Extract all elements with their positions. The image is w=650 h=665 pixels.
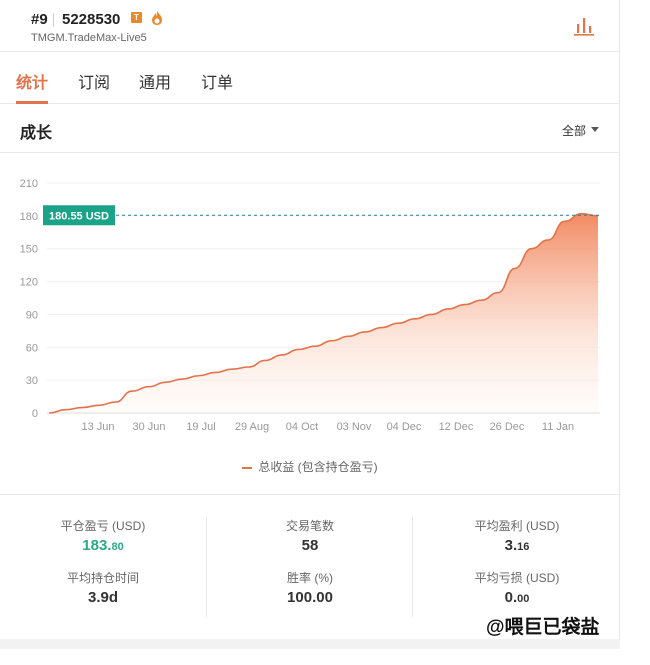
y-tick-label: 60: [26, 342, 38, 354]
signal-header: #9 5228530 T TMGM.TradeMax-Live5: [0, 0, 620, 52]
header-separator: [53, 13, 54, 27]
x-tick-label: 03 Nov: [337, 421, 372, 433]
tab-general[interactable]: 通用: [139, 69, 171, 93]
x-tick-label: 26 Dec: [490, 421, 525, 433]
x-tick-label: 19 Jul: [186, 421, 215, 433]
watermark-logo: @喂巨已袋盐: [486, 617, 600, 638]
x-tick-label: 13 Jun: [81, 421, 114, 433]
page-margin: [620, 0, 650, 665]
growth-section-header: 成长 全部: [0, 105, 620, 153]
t-badge-icon: T: [131, 12, 142, 23]
reference-label: 180.55 USD: [49, 210, 109, 222]
x-tick-label: 29 Aug: [235, 421, 269, 433]
footer-band: [0, 639, 620, 665]
x-tick-label: 30 Jun: [132, 421, 165, 433]
chevron-down-icon[interactable]: [591, 127, 599, 132]
signal-panel: #9 5228530 T TMGM.TradeMax-Live5 统计 订阅 通…: [0, 0, 620, 665]
bar-chart-icon[interactable]: [572, 14, 596, 38]
stat-label-avg-loss: 平均亏损 (USD): [474, 571, 560, 585]
account-id: 5228530: [62, 11, 121, 28]
tab-stats[interactable]: 统计: [16, 69, 48, 93]
stat-label-avg-profit: 平均盈利 (USD): [474, 519, 560, 533]
y-tick-label: 180: [20, 211, 38, 223]
legend-label: 总收益 (包含持仓盈亏): [258, 460, 378, 474]
y-tick-label: 0: [32, 408, 38, 420]
server-name: TMGM.TradeMax-Live5: [31, 32, 147, 44]
stat-value-winrate: 100.00: [287, 589, 333, 606]
stat-value-avg-profit: 3.16: [504, 537, 530, 554]
y-tick-label: 90: [26, 309, 38, 321]
tab-bar: 统计 订阅 通用 订单: [0, 53, 620, 104]
stat-label-avg-hold: 平均持仓时间: [66, 571, 139, 585]
stat-value-avg-loss: 0.00: [504, 589, 530, 606]
stats-column-1: 平仓盈亏 (USD) 183.80 平均持仓时间 3.9d: [0, 495, 206, 625]
x-tick-label: 12 Dec: [439, 421, 474, 433]
active-tab-indicator: [16, 101, 48, 104]
x-tick-label: 04 Oct: [286, 421, 318, 433]
y-tick-label: 210: [20, 178, 38, 190]
stats-column-3: 平均盈利 (USD) 3.16 平均亏损 (USD) 0.00: [414, 495, 620, 625]
section-title: 成长: [20, 125, 53, 142]
growth-chart: 180.55 USD 0 30 60 90 120 150 180 210 13 Jun 30 …: [20, 178, 600, 433]
chart-legend[interactable]: 总收益 (包含持仓盈亏): [0, 458, 620, 475]
legend-swatch: [242, 466, 253, 469]
stats-divider: [412, 517, 413, 617]
stats-column-2: 交易笔数 58 胜率 (%) 100.00: [207, 495, 413, 625]
stat-label-winrate: 胜率 (%): [287, 571, 333, 585]
stat-value-avg-hold: 3.9d: [87, 589, 118, 606]
range-filter-dropdown[interactable]: 全部: [562, 122, 586, 139]
flame-icon: [152, 11, 162, 25]
series-area: [49, 213, 598, 413]
stat-value-trades: 58: [301, 537, 319, 554]
tab-orders[interactable]: 订单: [201, 69, 233, 93]
stat-label-trades: 交易笔数: [285, 519, 334, 533]
x-tick-label: 04 Dec: [387, 421, 422, 433]
rank-label: #9: [31, 11, 48, 28]
stat-label-closed-pnl: 平仓盈亏 (USD): [60, 519, 146, 533]
stat-value-closed-pnl: 183.80: [82, 537, 124, 554]
y-tick-label: 120: [20, 277, 38, 289]
tab-subscribe[interactable]: 订阅: [78, 69, 110, 93]
y-tick-label: 30: [26, 375, 38, 387]
x-tick-label: 11 Jan: [542, 421, 574, 433]
y-tick-label: 150: [20, 244, 38, 256]
